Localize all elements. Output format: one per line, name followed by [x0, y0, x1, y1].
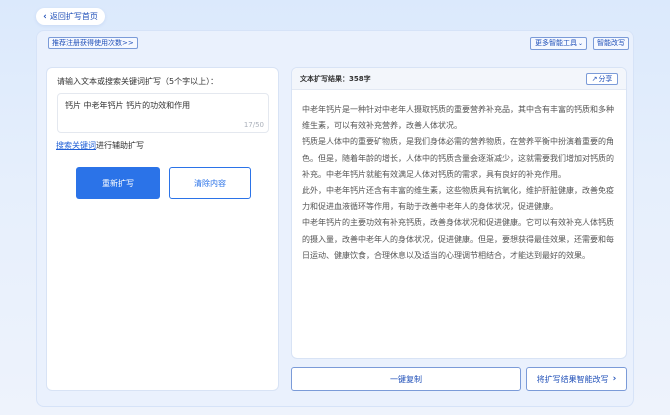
result-paragraph: 钙质是人体中的重要矿物质，是我们身体必需的营养物质，在营养平衡中扮演着重要的角色… [302, 137, 614, 179]
result-panel: 文本扩写结果：358字 ↗分享 中老年钙片是一种针对中老年人摄取钙质的重要营养补… [291, 67, 627, 359]
search-keyword-link[interactable]: 搜索关键词 [56, 141, 96, 150]
result-title: 文本扩写结果：358字 [300, 75, 371, 83]
send-label: 将扩写结果智能改写 [536, 374, 609, 384]
assist-suffix: 进行辅助扩写 [96, 141, 144, 150]
result-header: 文本扩写结果：358字 ↗分享 [292, 68, 626, 90]
copy-all-button[interactable]: 一键复制 [291, 367, 521, 391]
regenerate-button[interactable]: 重新扩写 [76, 167, 160, 199]
main-card: 推荐注册获得使用次数>> 更多智能工具 ⌄ 智能改写 请输入文本或搜索关键词扩写… [36, 30, 634, 407]
chevron-down-icon: ⌄ [577, 40, 583, 47]
more-tools-dropdown[interactable]: 更多智能工具 ⌄ [530, 37, 587, 50]
share-label: 分享 [598, 75, 613, 83]
keyword-textarea[interactable]: 钙片 中老年钙片 钙片的功效和作用 17/50 [57, 93, 269, 133]
smart-rewrite-button[interactable]: 智能改写 [593, 37, 629, 50]
clear-content-button[interactable]: 清除内容 [169, 167, 251, 199]
chevron-left-icon: ‹ [43, 11, 47, 22]
input-prompt-label: 请输入文本或搜索关键词扩写（5个字以上）： [57, 77, 219, 86]
textarea-value: 钙片 中老年钙片 钙片的功效和作用 [65, 101, 191, 110]
invite-register-link[interactable]: 推荐注册获得使用次数>> [48, 37, 138, 49]
result-paragraph: 中老年钙片的主要功效有补充钙质，改善身体状况和促进健康。它可以有效补充人体钙质的… [302, 218, 614, 260]
input-panel: 请输入文本或搜索关键词扩写（5个字以上）： 钙片 中老年钙片 钙片的功效和作用 … [46, 67, 279, 391]
back-to-home-button[interactable]: ‹ 返回扩写首页 [36, 8, 105, 25]
share-icon: ↗ [591, 75, 598, 83]
send-to-rewrite-button[interactable]: 将扩写结果智能改写 › [526, 367, 627, 391]
card-toolbar: 推荐注册获得使用次数>> 更多智能工具 ⌄ 智能改写 [37, 31, 633, 55]
result-paragraph: 此外，中老年钙片还含有丰富的维生素，这些物质具有抗氧化，维护肝脏健康，改善免疫力… [302, 186, 614, 212]
back-label: 返回扩写首页 [49, 12, 98, 21]
share-button[interactable]: ↗分享 [586, 73, 618, 85]
assist-line: 搜索关键词进行辅助扩写 [56, 140, 144, 151]
result-paragraph: 中老年钙片是一种针对中老年人摄取钙质的重要营养补充品，其中含有丰富的钙质和多种维… [302, 105, 614, 131]
chevron-right-icon: › [612, 374, 617, 384]
more-tools-label: 更多智能工具 [535, 39, 577, 47]
char-counter: 17/50 [243, 121, 264, 129]
result-text: 中老年钙片是一种针对中老年人摄取钙质的重要营养补充品，其中含有丰富的钙质和多种维… [302, 102, 620, 264]
